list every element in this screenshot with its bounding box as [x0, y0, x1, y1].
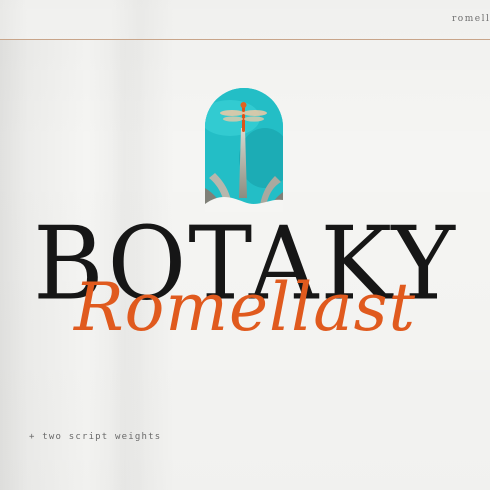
font-script-title: Romellast — [73, 269, 417, 346]
dragonfly-illustration — [205, 88, 283, 212]
dragonfly-arch-image — [205, 88, 283, 212]
subtitle: + two script weights — [29, 432, 162, 442]
brand-label: romellast — [452, 14, 490, 24]
top-divider — [0, 39, 490, 40]
